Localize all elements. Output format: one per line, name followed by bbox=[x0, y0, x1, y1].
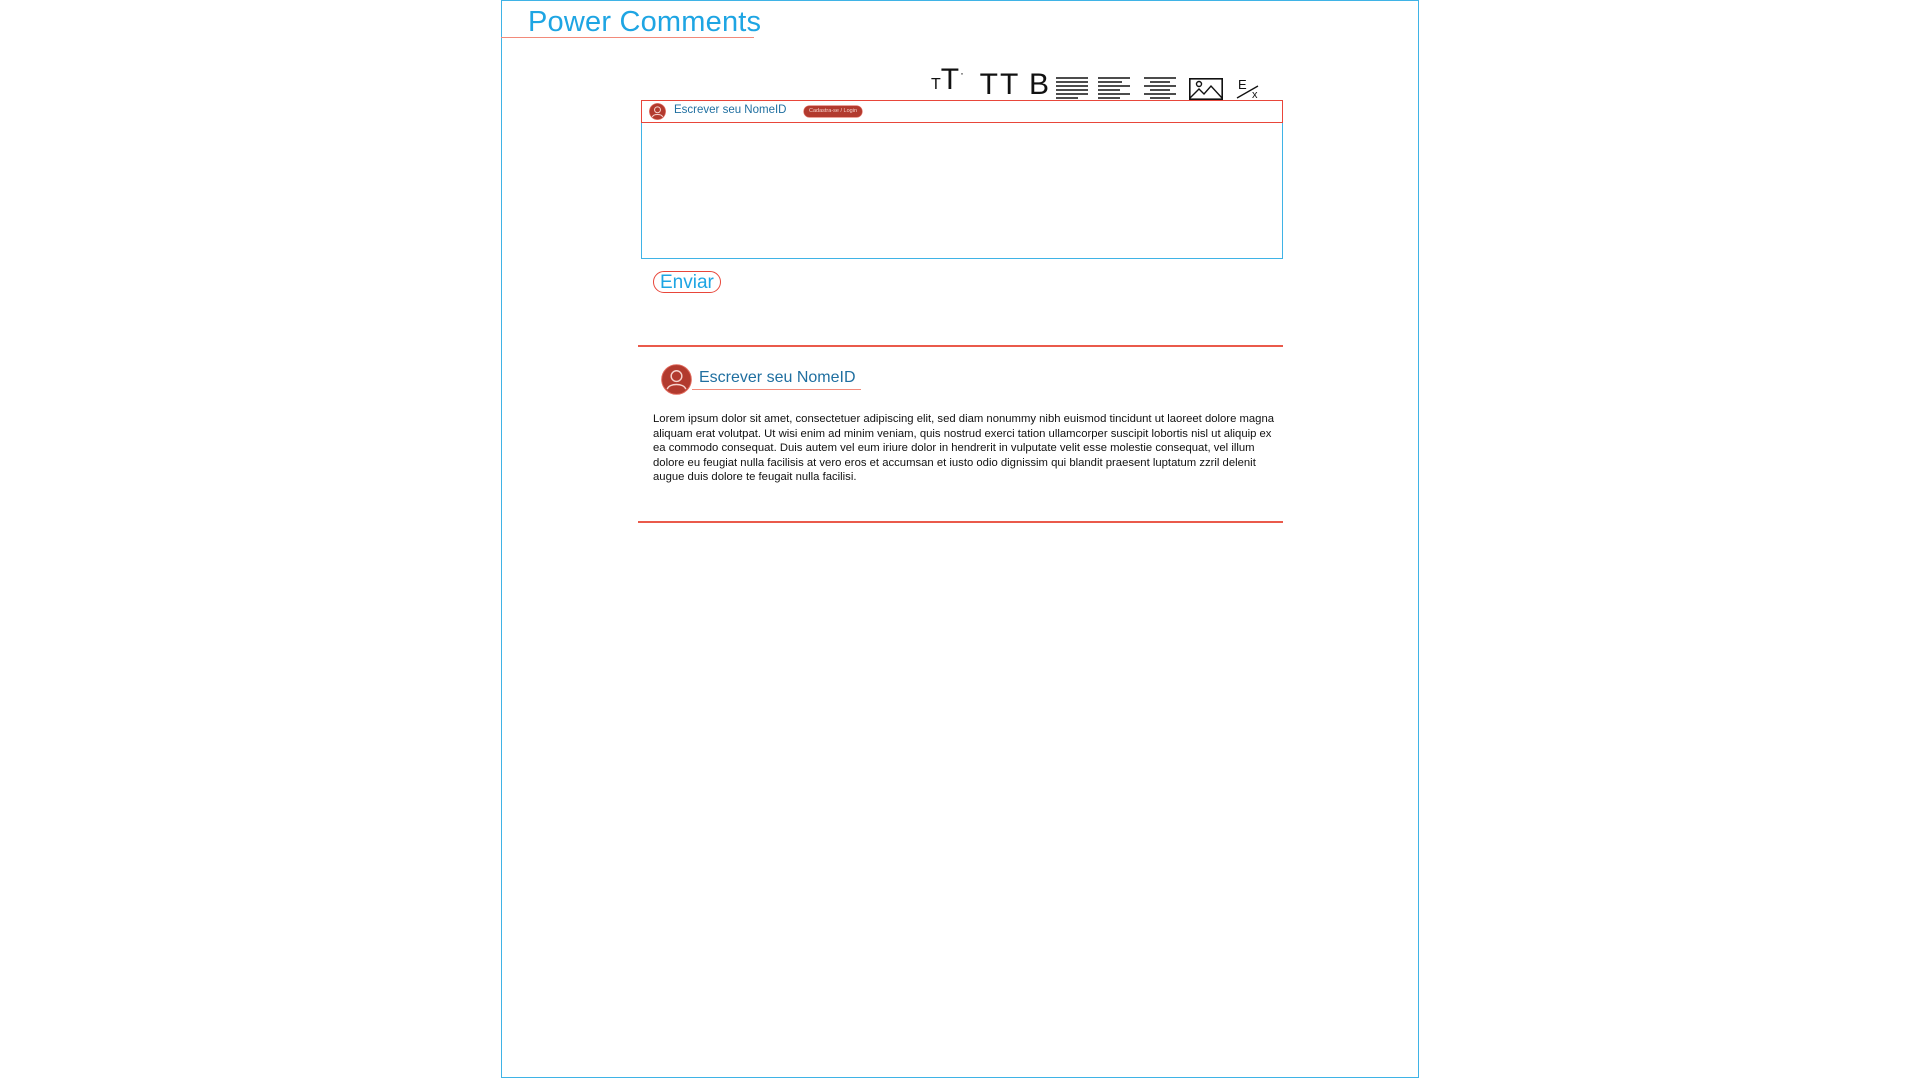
name-input[interactable]: Escrever seu NomeID bbox=[674, 104, 786, 116]
justify-button[interactable] bbox=[1053, 70, 1091, 100]
uppercase-button[interactable]: TT bbox=[975, 68, 1025, 100]
align-center-icon bbox=[1144, 77, 1176, 99]
insert-image-button[interactable] bbox=[1183, 70, 1229, 100]
formatting-toolbar: TT· TT B E x bbox=[925, 63, 1269, 100]
send-button[interactable]: Enviar bbox=[653, 271, 721, 293]
font-size-icon: TT· bbox=[930, 63, 965, 96]
uppercase-icon: TT bbox=[979, 68, 1021, 101]
svg-text:E: E bbox=[1238, 78, 1247, 92]
comment-body: Lorem ipsum dolor sit amet, consectetuer… bbox=[653, 413, 1275, 484]
login-button[interactable]: Cadastra-se / Login bbox=[804, 106, 862, 117]
clear-format-icon: E x bbox=[1236, 78, 1259, 100]
comment-author[interactable]: Escrever seu NomeID bbox=[699, 369, 856, 387]
divider bbox=[638, 521, 1283, 523]
title-underline bbox=[501, 37, 754, 38]
align-justify-icon bbox=[1056, 77, 1088, 99]
svg-text:x: x bbox=[1252, 89, 1258, 100]
clear-format-button[interactable]: E x bbox=[1229, 70, 1269, 100]
bold-button[interactable]: B bbox=[1025, 68, 1053, 100]
user-avatar-icon bbox=[649, 103, 666, 120]
font-size-button[interactable]: TT· bbox=[925, 63, 969, 100]
composer-header: Escrever seu NomeID Cadastra-se / Login bbox=[641, 100, 1283, 123]
align-left-icon bbox=[1098, 77, 1130, 99]
align-left-button[interactable] bbox=[1091, 70, 1137, 100]
user-avatar-icon bbox=[661, 364, 692, 395]
bold-icon: B bbox=[1028, 68, 1049, 101]
comment-textarea[interactable] bbox=[641, 123, 1283, 259]
author-underline bbox=[692, 389, 861, 390]
align-center-button[interactable] bbox=[1137, 70, 1183, 100]
app-title: Power Comments bbox=[528, 6, 762, 38]
image-icon bbox=[1189, 78, 1223, 100]
divider bbox=[638, 345, 1283, 347]
